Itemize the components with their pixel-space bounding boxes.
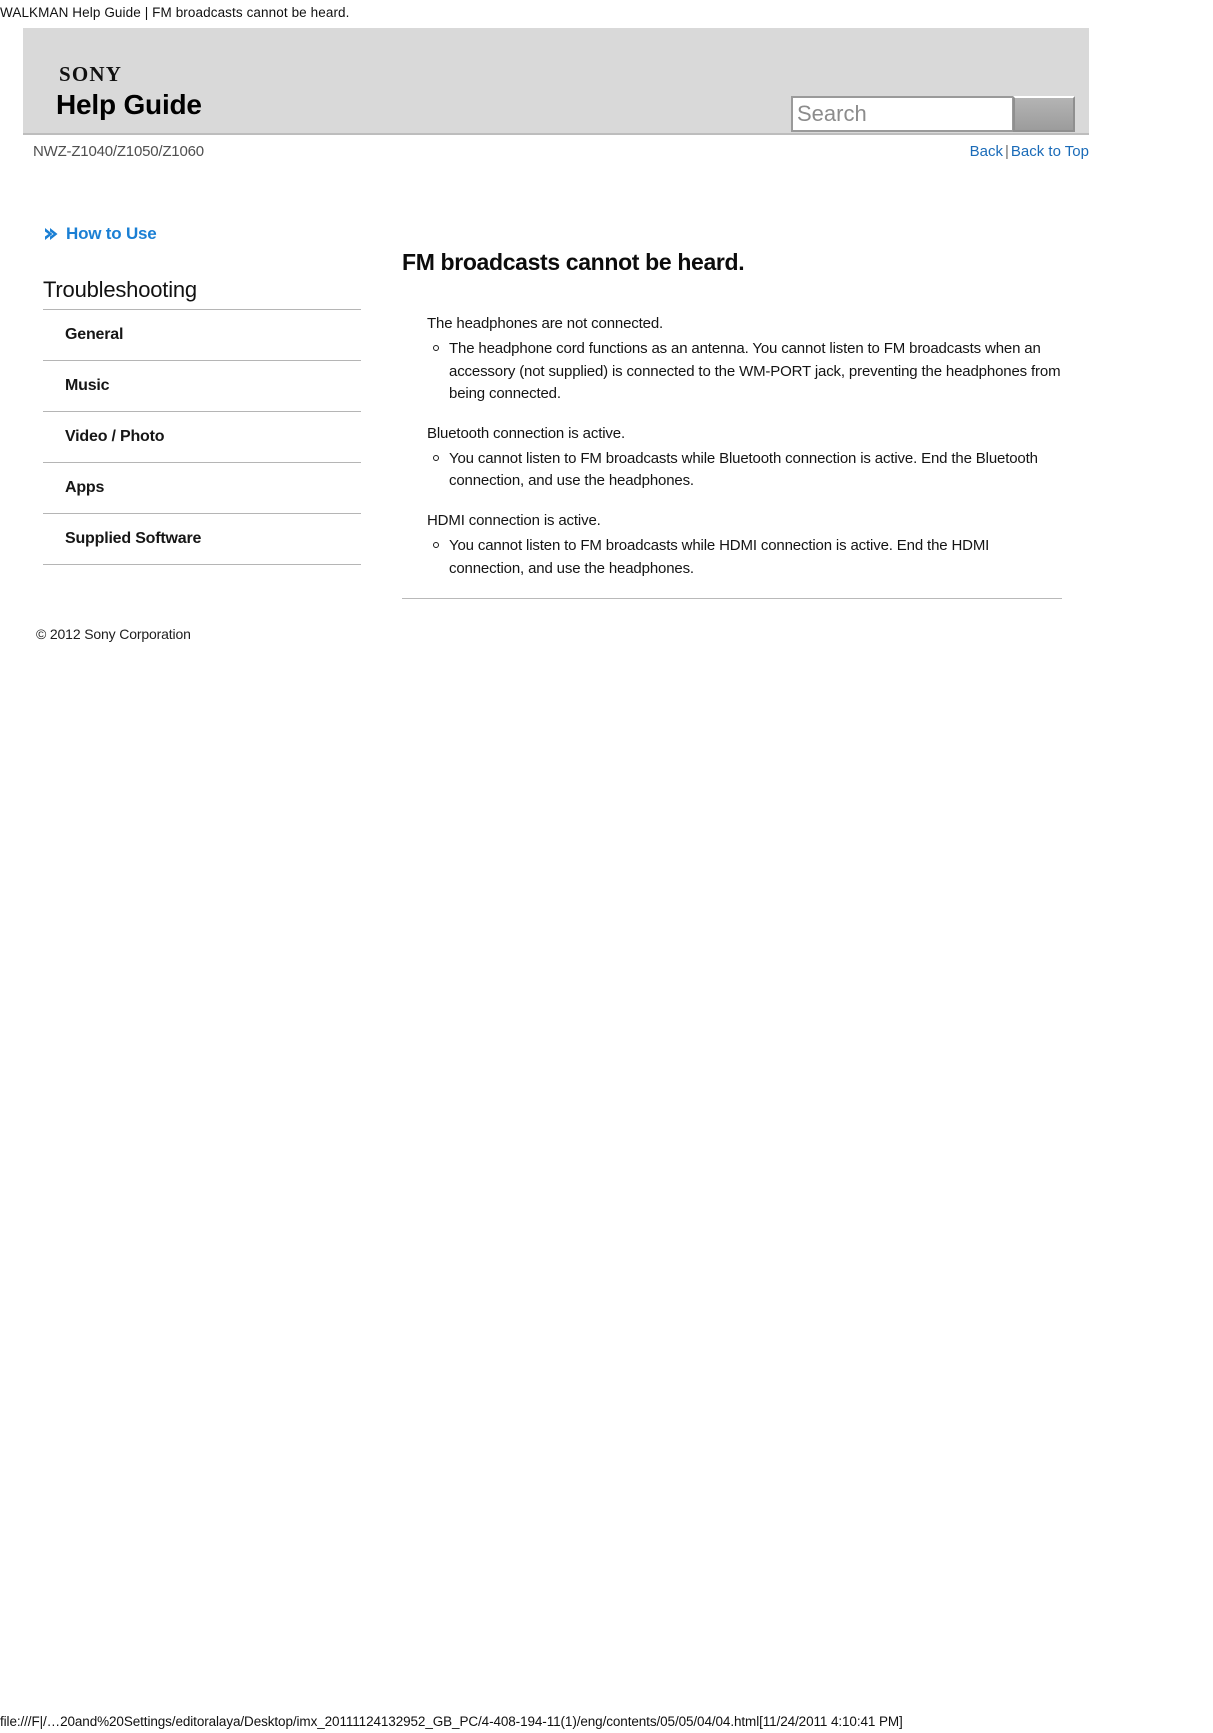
circle-bullet-icon [433, 344, 439, 351]
cause-text: HDMI connection is active. [427, 512, 601, 530]
main-content: FM broadcasts cannot be heard. The headp… [402, 249, 1062, 600]
chevron-right-icon [43, 226, 59, 242]
search-submit-button[interactable] [1013, 96, 1075, 132]
sidebar-item-video-photo[interactable]: Video / Photo [43, 412, 361, 463]
sidebar-nav-list: General Music Video / Photo Apps Supplie… [43, 309, 361, 565]
remedy-text: You cannot listen to FM broadcasts while… [449, 449, 1038, 490]
remedy-list: You cannot listen to FM broadcasts while… [402, 448, 1062, 494]
cause-text: The headphones are not connected. [427, 315, 664, 333]
circle-bullet-icon [433, 541, 439, 548]
remedy-item: You cannot listen to FM broadcasts while… [402, 535, 1062, 581]
cause-text: Bluetooth connection is active. [427, 425, 625, 443]
page-title: Help Guide [56, 89, 202, 120]
content-divider [402, 598, 1062, 600]
remedy-list: The headphone cord functions as an anten… [402, 338, 1062, 406]
nav-separator: | [1004, 143, 1009, 160]
back-to-top-link[interactable]: Back to Top [1011, 143, 1089, 160]
copyright-text: © 2012 Sony Corporation [36, 626, 191, 642]
remedy-item: The headphone cord functions as an anten… [402, 338, 1062, 406]
site-header: SONY Help Guide [23, 28, 1089, 135]
search-input[interactable] [791, 96, 1013, 132]
sidebar-item-label: How to Use [66, 224, 157, 243]
remedy-item: You cannot listen to FM broadcasts while… [402, 448, 1062, 494]
sidebar-item-general[interactable]: General [43, 310, 361, 361]
remedy-list: You cannot listen to FM broadcasts while… [402, 535, 1062, 581]
circle-bullet-icon [433, 454, 439, 461]
sony-logo: SONY [59, 62, 123, 86]
browser-print-header: WALKMAN Help Guide | FM broadcasts canno… [0, 5, 350, 20]
sidebar: How to Use Troubleshooting General Music… [43, 224, 361, 565]
sidebar-item-apps[interactable]: Apps [43, 463, 361, 514]
sidebar-item-supplied-software[interactable]: Supplied Software [43, 514, 361, 565]
browser-status-url: file:///F|/…20and%20Settings/editoralaya… [0, 1714, 903, 1729]
sidebar-item-music[interactable]: Music [43, 361, 361, 412]
remedy-text: You cannot listen to FM broadcasts while… [449, 536, 990, 577]
search-form [791, 96, 1075, 132]
article-title: FM broadcasts cannot be heard. [402, 249, 745, 275]
remedy-text: The headphone cord functions as an anten… [449, 339, 1061, 403]
sidebar-section-title: Troubleshooting [43, 277, 197, 302]
model-number: NWZ-Z1040/Z1050/Z1060 [33, 143, 204, 160]
top-navigation: Back | Back to Top [970, 143, 1089, 160]
sidebar-item-how-to-use[interactable]: How to Use [43, 224, 361, 244]
back-link[interactable]: Back [970, 143, 1003, 160]
